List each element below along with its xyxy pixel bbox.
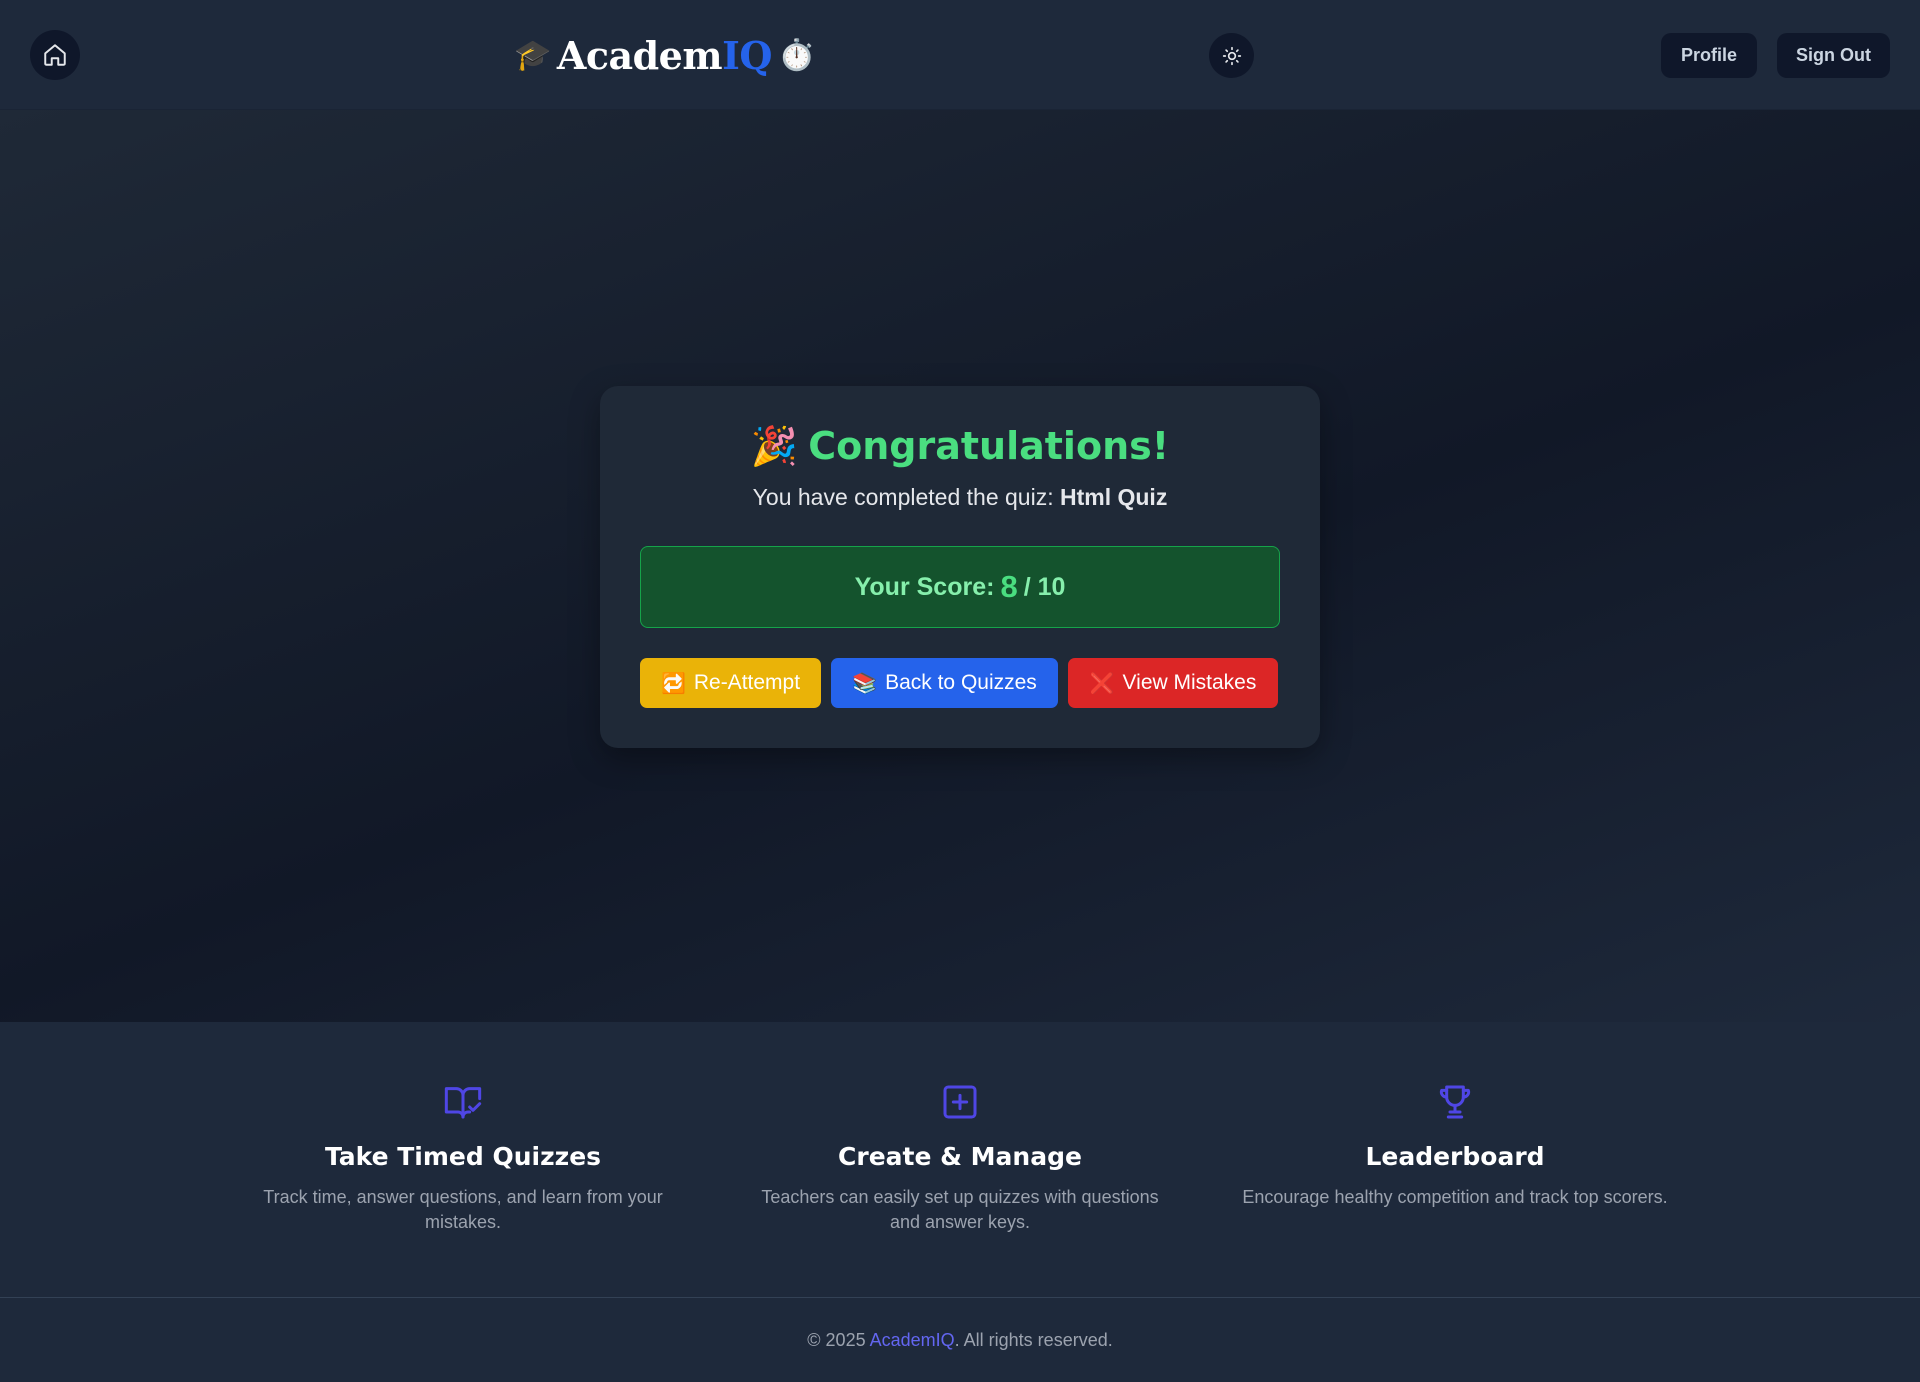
- score-total: / 10: [1023, 572, 1066, 601]
- feature-description: Teachers can easily set up quizzes with …: [761, 1187, 1159, 1232]
- copyright-prefix: © 2025: [807, 1329, 870, 1350]
- feature-title: Leaderboard: [1365, 1142, 1545, 1171]
- congratulations-text: Congratulations!: [808, 424, 1170, 468]
- feature-description: Track time, answer questions, and learn …: [263, 1187, 663, 1232]
- score-label: Your Score:: [854, 572, 995, 601]
- congratulations-heading: 🎉 Congratulations!: [600, 424, 1320, 469]
- quiz-result-card: 🎉 Congratulations! You have completed the…: [600, 386, 1320, 748]
- top-navbar: 🎓 AcademIQ ⏱️ Profile Sign Out: [0, 0, 1920, 110]
- home-icon: [44, 44, 66, 66]
- feature-create-manage: Create & Manage Teachers can easily set …: [745, 1082, 1175, 1235]
- logo-text-main: Academ: [556, 32, 723, 78]
- main-content: 🎉 Congratulations! You have completed the…: [0, 110, 1920, 1022]
- footer: © 2025 AcademIQ. All rights reserved.: [0, 1297, 1920, 1382]
- re-attempt-label: Re-Attempt: [693, 671, 801, 694]
- score-value: 8: [1000, 569, 1018, 604]
- logo-text-accent: IQ: [722, 32, 772, 78]
- view-mistakes-label: View Mistakes: [1122, 671, 1257, 694]
- cross-mark-icon: ❌: [1089, 671, 1115, 695]
- copyright-text: © 2025 AcademIQ. All rights reserved.: [807, 1330, 1112, 1351]
- logo-text: AcademIQ: [556, 32, 773, 78]
- back-to-quizzes-label: Back to Quizzes: [885, 671, 1037, 694]
- party-popper-icon: 🎉: [750, 424, 799, 468]
- feature-timed-quizzes: Take Timed Quizzes Track time, answer qu…: [248, 1082, 678, 1235]
- app-logo[interactable]: 🎓 AcademIQ ⏱️: [514, 30, 815, 80]
- quiz-name: Html Quiz: [1059, 484, 1168, 510]
- sign-out-button[interactable]: Sign Out: [1777, 33, 1890, 78]
- copyright-suffix: . All rights reserved.: [954, 1329, 1113, 1350]
- re-attempt-button[interactable]: 🔁 Re-Attempt: [640, 658, 821, 708]
- result-actions: 🔁 Re-Attempt 📚 Back to Quizzes ❌ View Mi…: [640, 658, 1278, 708]
- features-section: Take Timed Quizzes Track time, answer qu…: [0, 1022, 1920, 1297]
- feature-description: Encourage healthy competition and track …: [1242, 1187, 1668, 1207]
- stopwatch-icon: ⏱️: [777, 37, 815, 73]
- sun-icon: [1222, 46, 1241, 65]
- book-check-icon: [444, 1087, 482, 1119]
- score-box: Your Score: 8 / 10: [640, 546, 1280, 628]
- feature-title: Create & Manage: [838, 1142, 1082, 1171]
- feature-title: Take Timed Quizzes: [324, 1142, 602, 1171]
- back-to-quizzes-button[interactable]: 📚 Back to Quizzes: [831, 658, 1058, 708]
- profile-button[interactable]: Profile: [1661, 33, 1757, 78]
- view-mistakes-button[interactable]: ❌ View Mistakes: [1068, 658, 1278, 708]
- plus-square-icon: [943, 1085, 977, 1119]
- quiz-completed-message: You have completed the quiz: Html Quiz: [600, 484, 1320, 511]
- trophy-icon: [1439, 1085, 1471, 1119]
- theme-toggle-button[interactable]: [1209, 33, 1254, 78]
- feature-leaderboard: Leaderboard Encourage healthy competitio…: [1240, 1082, 1670, 1210]
- completed-prefix: You have completed the quiz:: [752, 484, 1060, 510]
- home-button[interactable]: [30, 30, 80, 80]
- footer-brand-link[interactable]: AcademIQ: [870, 1330, 955, 1350]
- repeat-icon: 🔁: [660, 671, 686, 695]
- books-icon: 📚: [852, 671, 878, 695]
- graduation-cap-icon: 🎓: [514, 37, 551, 73]
